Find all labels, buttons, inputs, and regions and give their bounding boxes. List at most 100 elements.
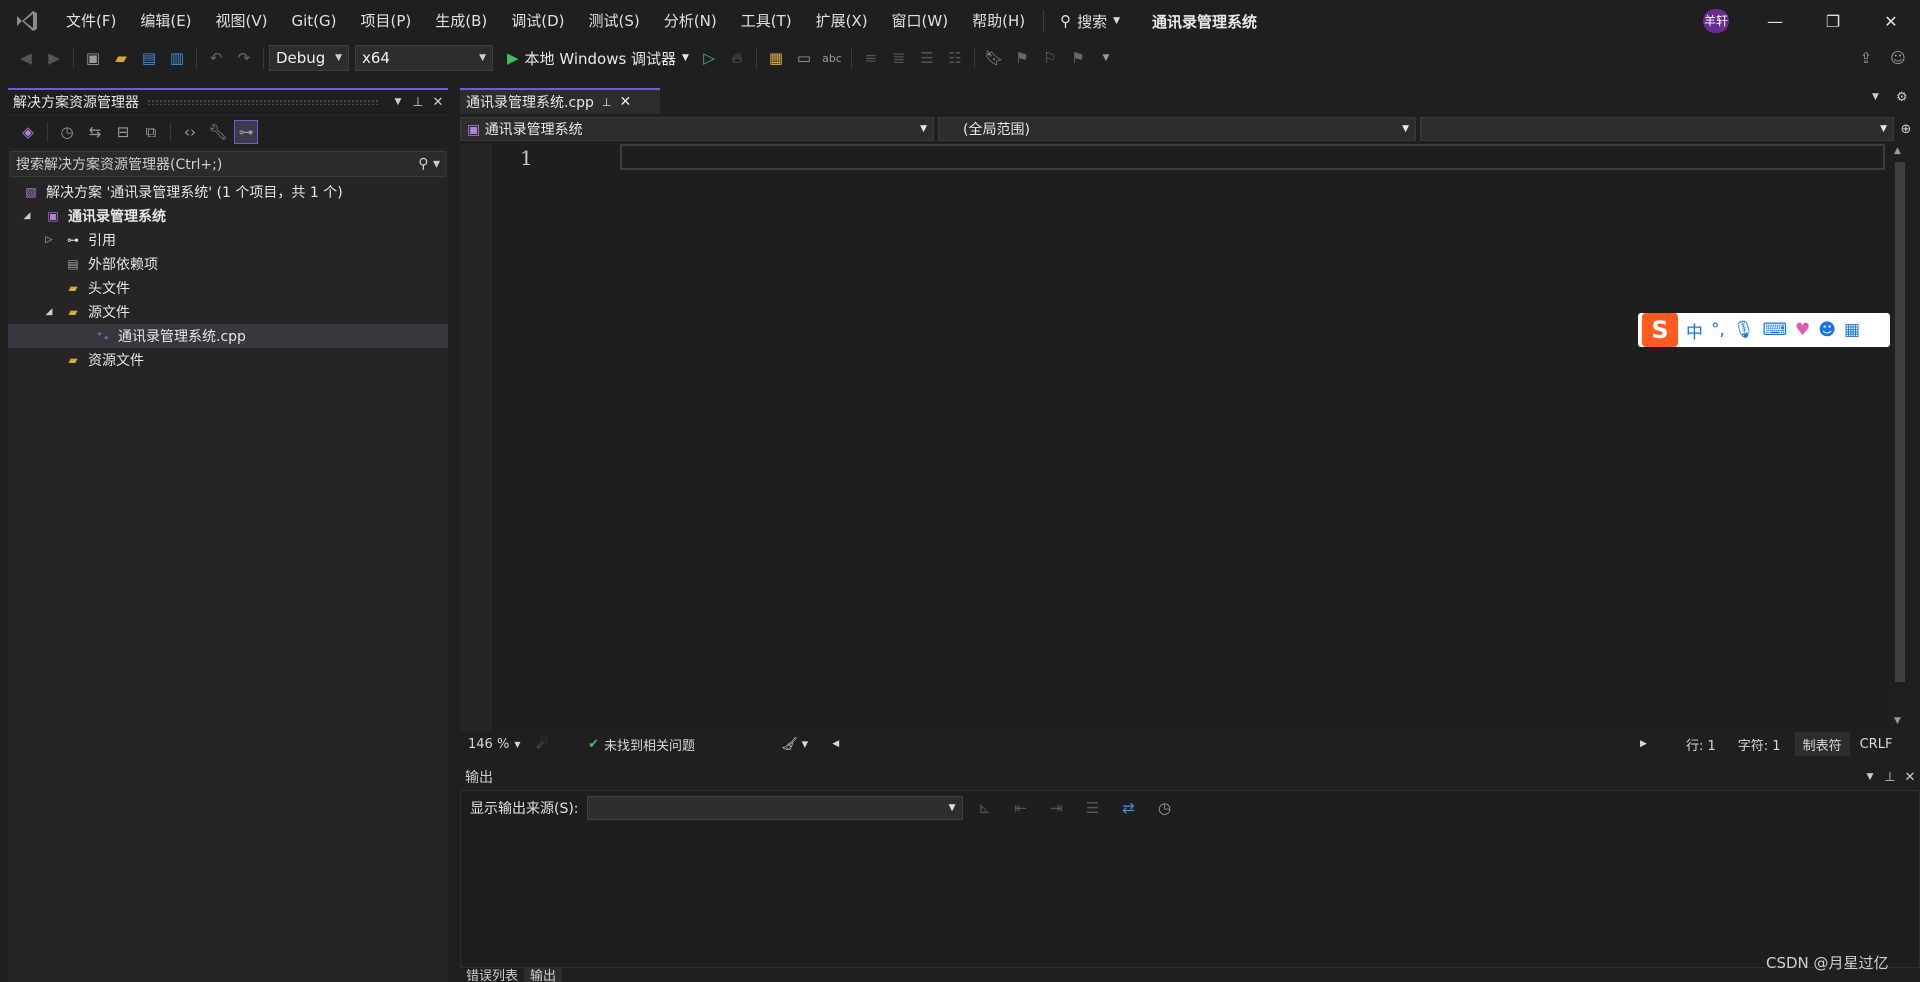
- configuration-select[interactable]: Debug ▼: [269, 45, 349, 71]
- close-icon[interactable]: ✕: [620, 94, 632, 110]
- prev-bookmark-icon[interactable]: ⚑: [1010, 46, 1034, 70]
- eol-indicator[interactable]: CRLF: [1852, 737, 1901, 752]
- forward-icon[interactable]: ▶: [42, 46, 66, 70]
- menu-extensions[interactable]: 扩展(X): [804, 0, 880, 42]
- new-project-icon[interactable]: ▣: [81, 46, 105, 70]
- ime-toolbar[interactable]: S 中 °, 🎙︎ ⌨ ♥ ☻ ▦: [1638, 313, 1890, 347]
- collapsed-triangle-icon[interactable]: ▷: [42, 235, 56, 245]
- tab-error-list[interactable]: 错误列表: [460, 968, 524, 982]
- save-all-icon[interactable]: ▥: [165, 46, 189, 70]
- project-select[interactable]: ▣ 通讯录管理系统 ▼: [460, 117, 934, 141]
- tab-mode-indicator[interactable]: 制表符: [1794, 732, 1850, 756]
- chevron-down-icon[interactable]: ▼: [1860, 772, 1880, 782]
- menu-edit[interactable]: 编辑(E): [128, 0, 203, 42]
- ime-mode[interactable]: 中: [1686, 318, 1703, 343]
- tab-output[interactable]: 输出: [524, 968, 563, 982]
- skin-icon[interactable]: ♥: [1795, 320, 1810, 340]
- back-icon[interactable]: ◀: [14, 46, 38, 70]
- menu-file[interactable]: 文件(F): [54, 0, 128, 42]
- clear-bookmarks-icon[interactable]: ⚑: [1066, 46, 1090, 70]
- pin-icon[interactable]: ⊥: [602, 96, 612, 109]
- output-source-select[interactable]: ▼: [586, 796, 963, 820]
- spell-check-icon[interactable]: abc: [820, 46, 844, 70]
- start-debugging-button[interactable]: ▶ 本地 Windows 调试器 ▼: [501, 48, 695, 69]
- tree-item-external-deps[interactable]: ▤ 外部依赖项: [8, 252, 448, 276]
- scroll-up-icon[interactable]: ▲: [1894, 146, 1901, 156]
- chevron-down-icon[interactable]: ▼: [388, 97, 408, 107]
- ime-punct[interactable]: °,: [1711, 320, 1725, 340]
- menu-help[interactable]: 帮助(H): [960, 0, 1037, 42]
- scroll-down-icon[interactable]: ▼: [1894, 716, 1901, 726]
- pin-icon[interactable]: ⊥: [408, 95, 428, 110]
- view-code-icon[interactable]: ‹›: [178, 120, 202, 144]
- pending-changes-icon[interactable]: ◷: [55, 120, 79, 144]
- collapse-all-icon[interactable]: ⊟: [111, 120, 135, 144]
- bookmark-icon[interactable]: 🔖︎: [982, 46, 1006, 70]
- apps-grid-icon[interactable]: ▦: [1844, 320, 1860, 340]
- scope-select[interactable]: (全局范围) ▼: [938, 117, 1416, 141]
- tree-item-source-files[interactable]: ◢ ▰ 源文件: [8, 300, 448, 324]
- expanded-triangle-icon[interactable]: ◢: [42, 307, 56, 317]
- next-message-icon[interactable]: ⇥: [1045, 796, 1069, 820]
- comment-icon[interactable]: ☰: [915, 46, 939, 70]
- scrollbar-thumb[interactable]: [1895, 162, 1905, 682]
- intellicode-icon[interactable]: ☄: [528, 737, 556, 752]
- horizontal-scroll-right[interactable]: ▶: [1640, 732, 1647, 756]
- code-cleanup-icon[interactable]: 🧹︎ ▾: [773, 737, 816, 752]
- prev-message-icon[interactable]: ⇤: [1009, 796, 1033, 820]
- window-layout-icon[interactable]: ▭: [792, 46, 816, 70]
- keyboard-icon[interactable]: ⌨: [1763, 320, 1788, 340]
- menu-build[interactable]: 生成(B): [423, 0, 499, 42]
- menu-window[interactable]: 窗口(W): [880, 0, 961, 42]
- line-indicator[interactable]: 行: 1: [1678, 735, 1724, 754]
- char-indicator[interactable]: 字符: 1: [1730, 735, 1789, 754]
- tab-document[interactable]: 通讯录管理系统.cpp ⊥ ✕: [460, 88, 660, 114]
- align-left-icon[interactable]: ≡: [859, 46, 883, 70]
- save-icon[interactable]: ▤: [137, 46, 161, 70]
- tree-item-solution[interactable]: ▧ 解决方案 '通讯录管理系统' (1 个项目，共 1 个): [8, 180, 448, 204]
- avatar[interactable]: 羊轩: [1703, 9, 1729, 33]
- uncomment-icon[interactable]: ☷: [943, 46, 967, 70]
- clear-all-icon[interactable]: ☰: [1081, 796, 1105, 820]
- tree-item-cpp-file[interactable]: ⁺₊ 通讯录管理系统.cpp: [8, 324, 448, 348]
- properties-wrench-icon[interactable]: 🔧︎: [206, 120, 230, 144]
- menu-debug[interactable]: 调试(D): [499, 0, 576, 42]
- solution-search-input[interactable]: 搜索解决方案资源管理器(Ctrl+;) ⚲ ▾: [10, 151, 446, 177]
- menu-tools[interactable]: 工具(T): [729, 0, 804, 42]
- menu-analyze[interactable]: 分析(N): [652, 0, 729, 42]
- open-folder-icon[interactable]: ▰: [109, 46, 133, 70]
- start-without-debugging-icon[interactable]: ▷: [697, 46, 721, 70]
- switch-views-icon[interactable]: ◈: [16, 120, 40, 144]
- feedback-icon[interactable]: ☺: [1886, 46, 1910, 70]
- toolbar-overflow-icon[interactable]: ▼: [1094, 46, 1118, 70]
- hot-reload-icon[interactable]: 🔥︎: [725, 46, 749, 70]
- live-share-icon[interactable]: ⇪: [1854, 46, 1878, 70]
- tree-item-project[interactable]: ◢ ▣ 通讯录管理系统: [8, 204, 448, 228]
- scroll-right-icon[interactable]: ▶: [1640, 739, 1647, 749]
- zoom-select[interactable]: 146 % ▼: [460, 737, 528, 752]
- word-wrap-icon[interactable]: ⇄: [1117, 796, 1141, 820]
- split-view-icon[interactable]: ⊕: [1894, 122, 1918, 137]
- member-select[interactable]: ▼: [1420, 117, 1894, 141]
- gamepad-icon[interactable]: ☻: [1818, 320, 1836, 340]
- code-editor[interactable]: [460, 144, 1890, 732]
- menu-view[interactable]: 视图(V): [204, 0, 280, 42]
- tab-list-chevron-icon[interactable]: ▼: [1872, 92, 1879, 102]
- minimize-button[interactable]: —: [1746, 0, 1804, 42]
- scroll-left-icon[interactable]: ◀: [824, 739, 847, 749]
- issues-indicator[interactable]: ✔ 未找到相关问题: [580, 735, 703, 754]
- redo-icon[interactable]: ↷: [232, 46, 256, 70]
- menu-test[interactable]: 测试(S): [577, 0, 652, 42]
- menu-git[interactable]: Git(G): [280, 0, 349, 42]
- pin-icon[interactable]: ⊥: [1880, 770, 1900, 785]
- show-all-files-icon[interactable]: ⧉: [139, 120, 163, 144]
- close-icon[interactable]: ✕: [1900, 770, 1920, 785]
- undo-icon[interactable]: ↶: [204, 46, 228, 70]
- settings-gear-icon[interactable]: ⚙: [1896, 90, 1908, 105]
- close-icon[interactable]: ✕: [428, 95, 448, 110]
- restore-button[interactable]: ❐: [1804, 0, 1862, 42]
- solution-browse-icon[interactable]: ▦: [764, 46, 788, 70]
- timestamp-icon[interactable]: ◷: [1153, 796, 1177, 820]
- drag-grip[interactable]: [147, 99, 380, 105]
- align-center-icon[interactable]: ≣: [887, 46, 911, 70]
